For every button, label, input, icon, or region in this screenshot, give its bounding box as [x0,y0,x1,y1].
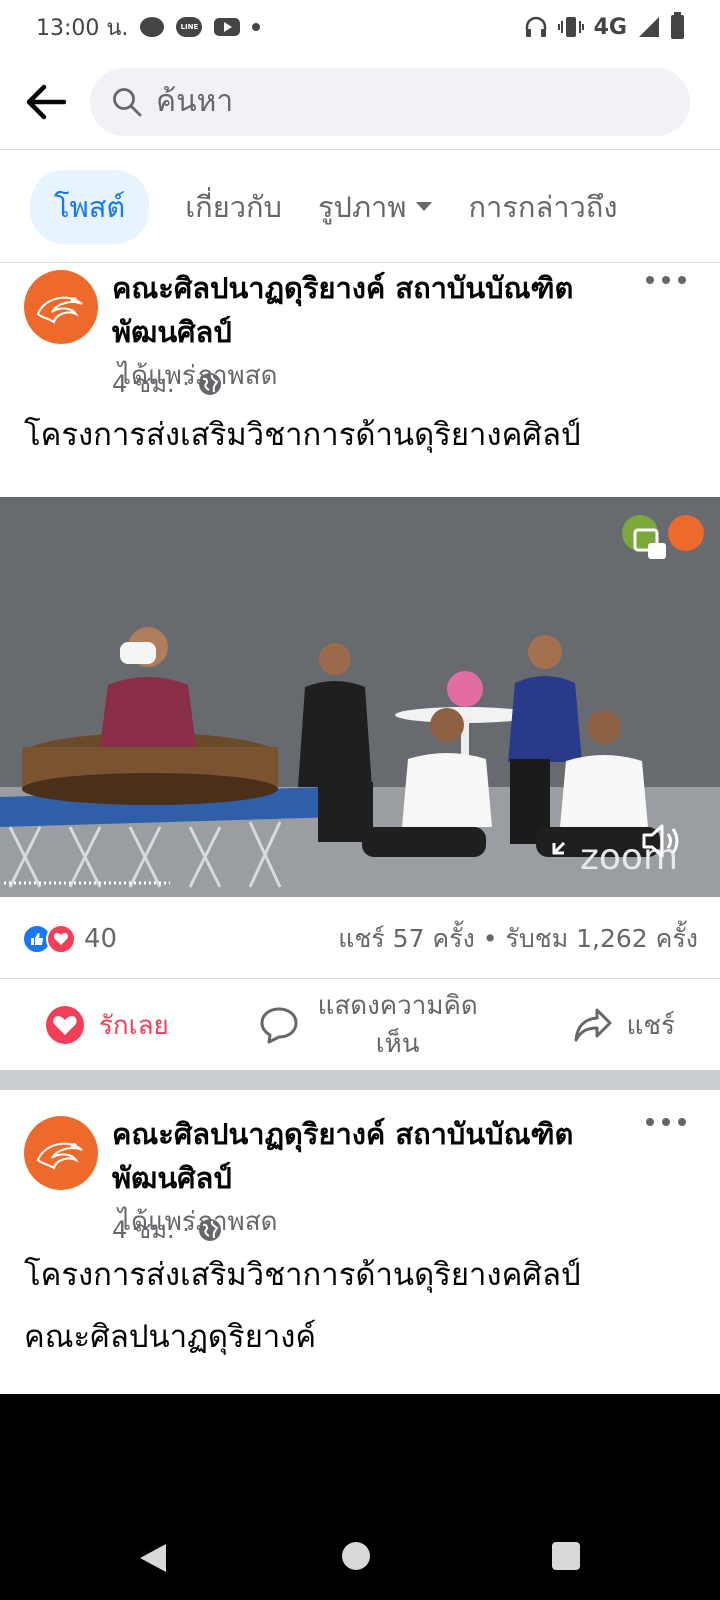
comment-icon [260,1007,298,1044]
love-reaction-icon [46,923,76,954]
fullscreen-button[interactable] [550,827,584,857]
tab-about[interactable]: เกี่ยวกับ [185,184,282,230]
system-nav-bar [0,1394,720,1600]
author-name[interactable]: คณะศิลปนาฏดุริยางค์ สถาบันบัณฑิตพัฒนศิลป… [112,271,573,349]
search-icon [113,87,142,116]
tab-photos[interactable]: รูปภาพ [318,184,433,230]
post-header: คณะศิลปนาฏดุริยางค์ สถาบันบัณฑิตพัฒนศิลป… [0,264,720,404]
reaction-summary[interactable]: 40 [22,923,118,954]
post-text: โครงการส่งเสริมวิชาการด้านดุริยางคศิลป์ [24,417,581,453]
globe-icon [198,372,221,395]
share-icon [574,1008,612,1042]
heart-icon [45,1006,84,1044]
search-box[interactable] [90,67,690,136]
live-video[interactable]: zoom [0,497,720,897]
line-icon: LINE [176,17,203,37]
post-actions: รักเลย แสดงความคิดเห็น แชร์ [0,980,720,1070]
author-name[interactable]: คณะศิลปนาฏดุริยางค์ สถาบันบัณฑิตพัฒนศิลป… [112,1117,573,1195]
more-options-button[interactable] [646,1110,686,1134]
globe-icon [198,1218,221,1241]
pip-button[interactable] [632,527,668,563]
back-arrow-icon [26,84,66,119]
post-meta: 4 ชม. · [112,364,222,403]
video-frame: zoom [0,497,720,897]
post-meta: 4 ชม. · [112,1210,222,1249]
system-home-button[interactable] [342,1542,370,1570]
back-button[interactable] [0,54,90,150]
page-logo-icon [36,296,83,324]
profile-tabs: โพสต์ เกี่ยวกับ รูปภาพ การกล่าวถึง [0,151,720,263]
youtube-icon [214,18,241,36]
search-input[interactable] [156,84,636,119]
page-logo-icon [36,1142,83,1170]
share-button[interactable]: แชร์ [573,1005,675,1046]
comment-button[interactable]: แสดงความคิดเห็น [259,987,483,1063]
tab-mentions[interactable]: การกล่าวถึง [468,184,617,230]
messenger-icon [140,17,165,37]
status-bar: 13:00 น. LINE 4G [0,0,720,54]
headphones-icon [525,16,546,37]
system-recents-button[interactable] [552,1542,580,1570]
expand-icon [552,841,566,855]
reactions-row: 40 แชร์ 57 ครั้ง • รับชม 1,262 ครั้ง [0,899,720,979]
status-time: 13:00 น. [36,15,129,41]
volume-icon [642,824,679,858]
share-view-stats[interactable]: แชร์ 57 ครั้ง • รับชม 1,262 ครั้ง [338,919,698,959]
signal-icon [639,17,659,37]
post: คณะศิลปนาฏดุริยางค์ สถาบันบัณฑิตพัฒนศิลป… [0,264,720,1070]
tab-posts[interactable]: โพสต์ [30,169,150,244]
system-back-button[interactable] [138,1542,168,1578]
volume-button[interactable] [640,823,684,859]
more-options-button[interactable] [646,268,686,292]
love-button[interactable]: รักเลย [45,1005,169,1046]
post-header: คณะศิลปนาฏดุริยางค์ สถาบันบัณฑิตพัฒนศิลป… [0,1090,720,1244]
reaction-count: 40 [84,923,118,954]
page-avatar[interactable] [24,1116,98,1190]
vibrate-icon [557,17,584,37]
post: คณะศิลปนาฏดุริยางค์ สถาบันบัณฑิตพัฒนศิลป… [0,1090,720,1394]
picture-in-picture-icon [633,528,666,559]
post-text: โครงการส่งเสริมวิชาการด้านดุริยางคศิลป์ … [24,1257,581,1355]
search-header [0,54,720,150]
post-time[interactable]: 4 ชม. · [112,364,190,403]
network-type: 4G [593,14,627,40]
more-notifications-icon [252,23,261,31]
page-avatar[interactable] [24,270,98,344]
feed-divider [0,1070,720,1090]
caret-down-icon [416,202,433,211]
post-time[interactable]: 4 ชม. · [112,1210,190,1249]
battery-icon [671,12,684,39]
triangle-back-icon [140,1544,166,1572]
